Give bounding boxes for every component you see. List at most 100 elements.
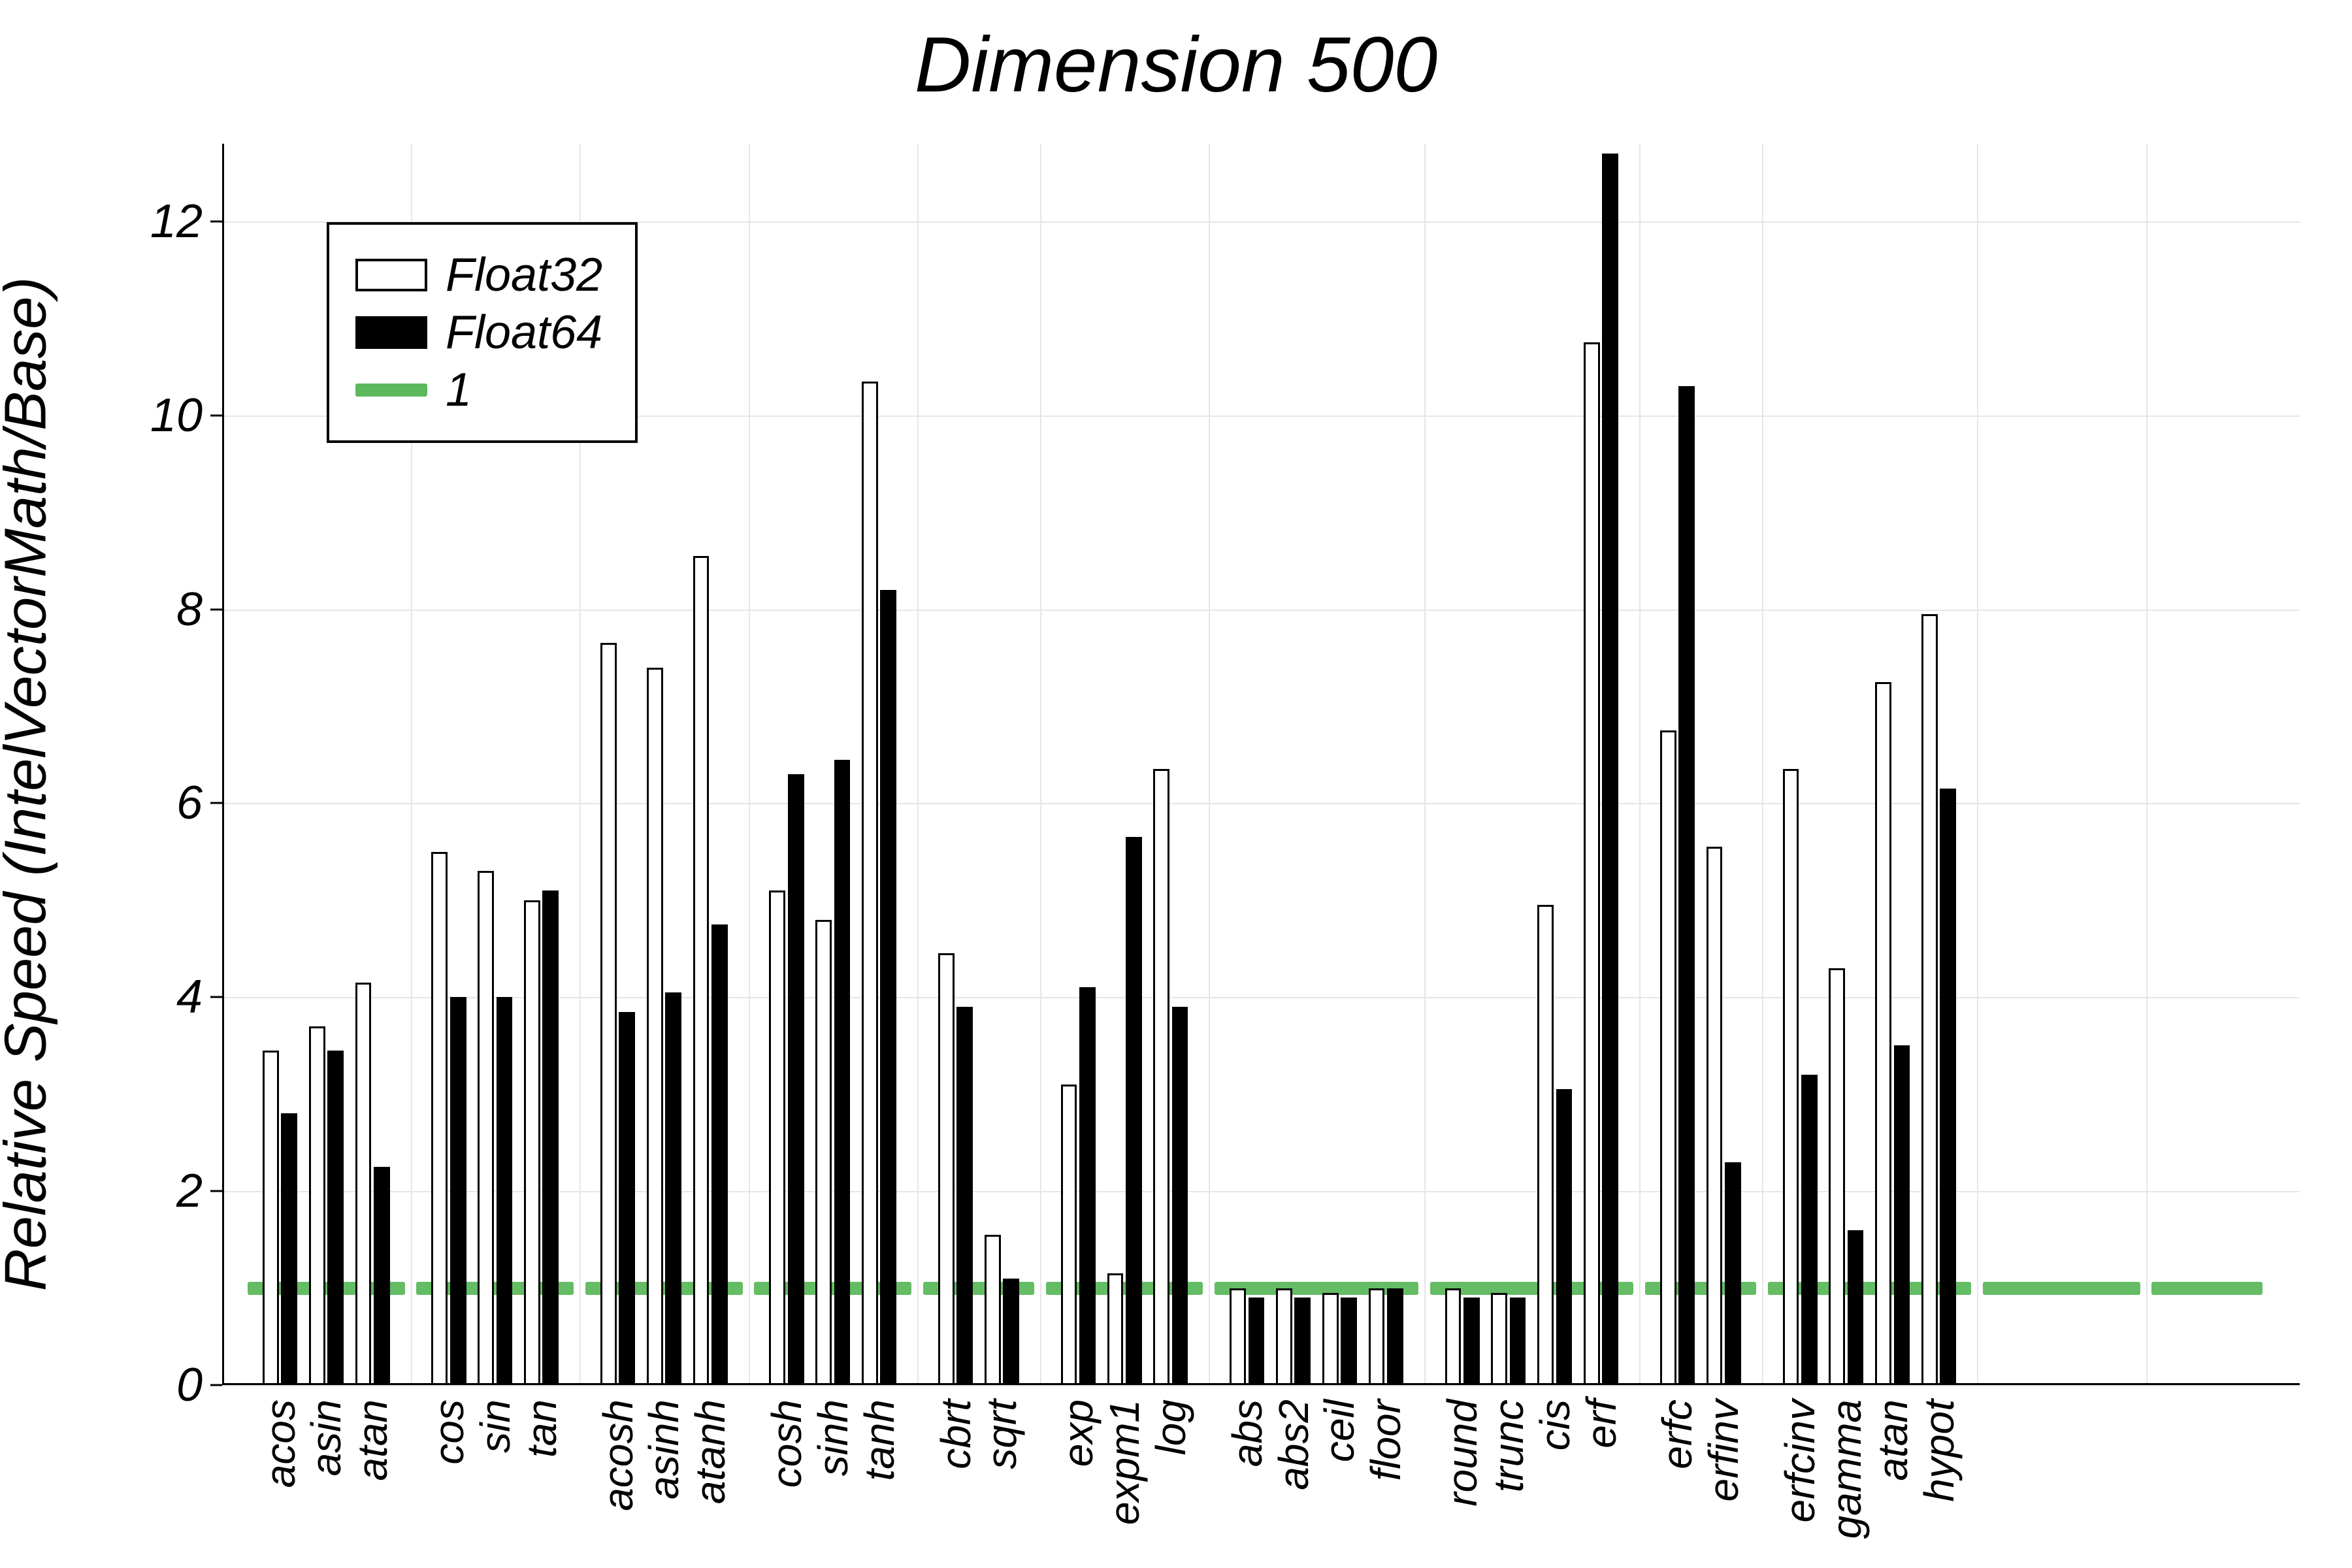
xtick-label: atan [1869,1399,1917,1481]
bar-float64 [619,1012,635,1385]
bar-float32 [1660,730,1676,1385]
bar-float64 [1725,1162,1741,1385]
bar-float64 [1341,1298,1357,1385]
xtick-label: cosh [762,1399,811,1488]
ytick-mark [210,1384,222,1386]
bar-float32 [815,920,832,1386]
bar-float32 [1061,1085,1077,1385]
bar-float32 [478,871,494,1385]
bar-float64 [1678,386,1695,1385]
xtick-label: abs2 [1269,1399,1318,1490]
xtick-label: acosh [594,1399,642,1511]
ytick-mark [210,802,222,804]
xtick-label: floor [1362,1399,1410,1481]
xtick-label: cbrt [932,1399,980,1469]
legend-label: 1 [446,363,472,417]
bar-float64 [542,890,559,1385]
ytick-mark [210,608,222,610]
ytick-mark [210,220,222,222]
legend-label: Float64 [446,306,602,359]
bar-float32 [431,852,448,1385]
bar-float32 [600,643,617,1385]
xtick-label: acos [256,1399,304,1488]
ytick-label: 4 [176,970,203,1024]
bar-float64 [1510,1298,1526,1385]
bar-float64 [374,1167,390,1385]
xtick-label: hypot [1915,1399,1963,1502]
legend-item-one: 1 [355,363,602,417]
bar-float32 [1230,1288,1246,1385]
legend: Float32 Float64 1 [327,222,638,443]
xtick-label: trunc [1484,1399,1533,1492]
bar-float32 [693,556,710,1385]
bar-float64 [327,1051,344,1385]
bar-float64 [834,760,851,1385]
bar-float64 [1294,1298,1311,1385]
ytick-label: 12 [150,195,203,248]
legend-item-float64: Float64 [355,306,602,359]
y-axis-line [222,144,224,1385]
bar-float32 [1707,847,1723,1385]
bar-float64 [1801,1075,1818,1385]
bar-float64 [1172,1007,1188,1385]
xtick-label: exp [1054,1399,1102,1467]
xtick-label: round [1438,1399,1486,1507]
xtick-label: log [1147,1399,1195,1455]
y-axis-label: Relative Speed (IntelVectorMath/Base) [0,277,60,1291]
xtick-label: gamma [1822,1399,1870,1539]
bar-float64 [665,992,681,1385]
ytick-label: 0 [176,1358,203,1412]
bar-float64 [1387,1288,1403,1385]
bar-float64 [450,997,466,1385]
bar-float64 [497,997,513,1385]
gridline-h [222,1385,2300,1386]
bar-float32 [309,1026,325,1385]
bar-float32 [938,953,955,1385]
xtick-label: sin [471,1399,519,1453]
ytick-label: 8 [176,583,203,636]
xtick-label: erfcinv [1776,1399,1824,1523]
bar-float64 [1940,789,1956,1385]
bar-float64 [281,1113,297,1385]
legend-swatch-float32 [355,259,427,291]
legend-item-float32: Float32 [355,248,602,302]
ytick-mark [210,414,222,416]
bar-float32 [1537,905,1554,1385]
legend-swatch-float64 [355,316,427,349]
bar-float32 [1921,614,1938,1385]
x-axis-line [222,1383,2300,1385]
bar-float32 [1369,1288,1385,1385]
xtick-label: abs [1223,1399,1271,1467]
xtick-label: cos [425,1399,473,1465]
xtick-label: atanh [686,1399,734,1504]
bar-float64 [1556,1089,1573,1385]
bar-float32 [769,890,785,1385]
xtick-label: sqrt [977,1399,1026,1469]
bar-float32 [1276,1288,1292,1385]
xtick-label: asin [302,1399,350,1476]
bar-float64 [956,1007,973,1385]
bar-float32 [1445,1288,1462,1385]
bar-float64 [1079,987,1096,1385]
bar-float64 [711,924,728,1385]
legend-line-one [355,384,427,397]
xtick-label: atan [348,1399,397,1481]
plot-area: Float32 Float64 1 024681012acosasinatanc… [222,144,2300,1385]
bar-float64 [788,774,804,1385]
bar-float64 [1126,837,1142,1385]
xtick-label: asinh [640,1399,688,1499]
bar-float32 [524,900,540,1385]
bar-float32 [263,1051,279,1385]
ytick-mark [210,996,222,998]
bar-float64 [1602,154,1618,1385]
xtick-label: expm1 [1100,1399,1149,1525]
ytick-mark [210,1190,222,1192]
bar-float32 [1829,968,1845,1385]
bar-float32 [1153,769,1169,1385]
legend-label: Float32 [446,248,602,302]
bar-float64 [880,590,896,1385]
bar-float32 [862,382,878,1385]
bar-float64 [1894,1045,1910,1385]
bar-float32 [1584,342,1600,1385]
bar-float32 [1491,1293,1507,1385]
